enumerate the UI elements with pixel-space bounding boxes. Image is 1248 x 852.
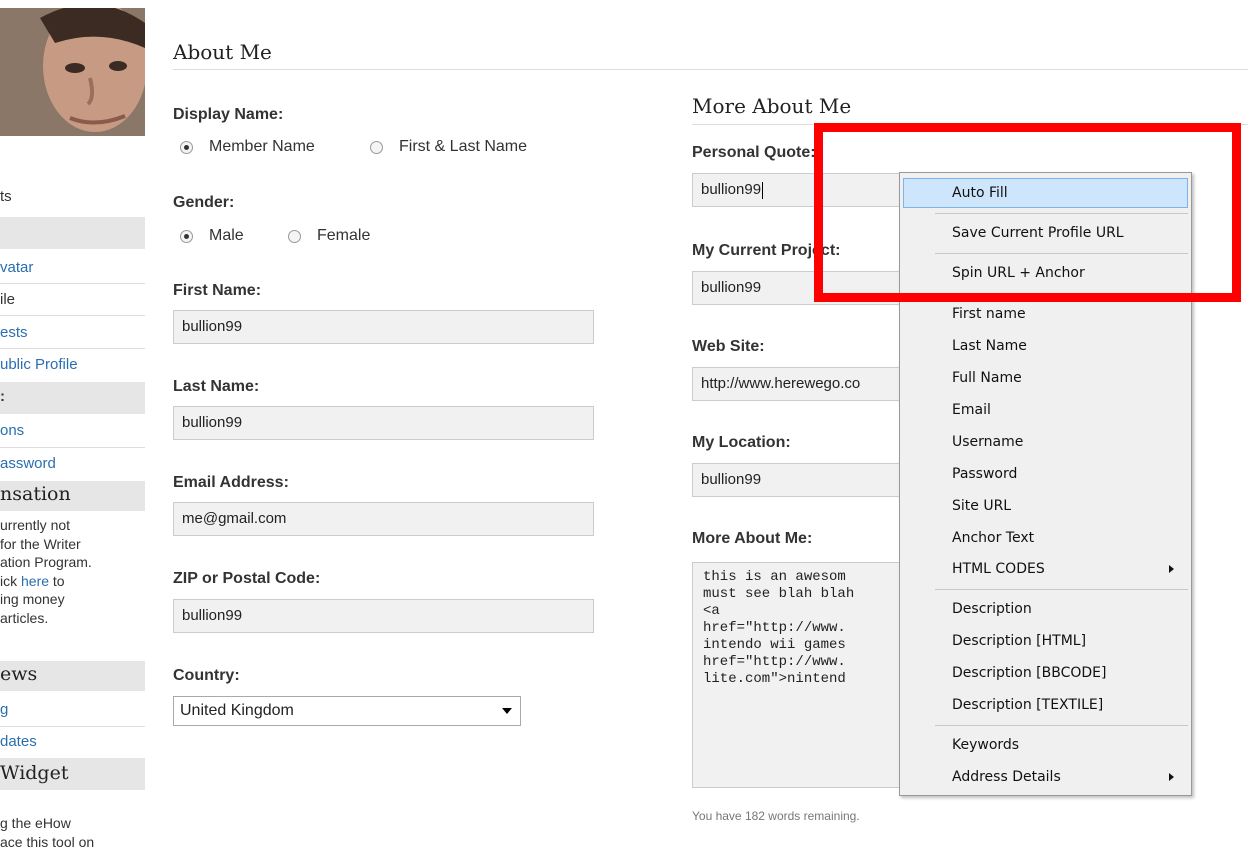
menu-item-email[interactable]: Email	[903, 395, 1188, 425]
avatar-photo	[0, 8, 145, 136]
sidebar-text-part: ick	[0, 573, 21, 589]
sidebar-link-profile[interactable]: ile	[0, 291, 145, 308]
location-label: My Location:	[692, 434, 791, 451]
divider	[0, 726, 145, 727]
country-label: Country:	[173, 667, 240, 684]
menu-item-description-textile[interactable]: Description [TEXTILE]	[903, 690, 1188, 720]
menu-item-keywords[interactable]: Keywords	[903, 730, 1188, 760]
sidebar-heading-news: ews	[0, 661, 145, 691]
words-remaining: You have 182 words remaining.	[692, 809, 860, 823]
sidebar-heading: :	[0, 382, 145, 414]
radio-unselected-icon[interactable]	[288, 229, 301, 243]
country-select[interactable]: United Kingdom	[173, 696, 521, 726]
dropdown-arrow-icon	[502, 708, 512, 714]
sidebar-heading-widget: Widget	[0, 758, 145, 790]
menu-separator	[935, 589, 1188, 590]
radio-selected-icon[interactable]	[180, 140, 193, 154]
sidebar-heading-label: Widget	[0, 762, 69, 784]
sidebar-text: g the eHow	[0, 815, 71, 831]
sidebar-heading-label: :	[0, 388, 5, 405]
display-name-label: Display Name:	[173, 106, 284, 123]
sidebar-text: for the Writer	[0, 536, 81, 552]
submenu-arrow-icon	[1169, 565, 1174, 573]
sidebar-text: ation Program.	[0, 554, 92, 570]
divider	[0, 315, 145, 316]
radio-label: First & Last Name	[399, 138, 528, 155]
personal-quote-label: Personal Quote:	[692, 144, 816, 161]
sidebar-text: ick here to	[0, 572, 65, 591]
website-label: Web Site:	[692, 338, 765, 355]
menu-item-label: HTML CODES	[952, 561, 1045, 577]
radio-male[interactable]: Male	[180, 227, 244, 245]
menu-item-full-name[interactable]: Full Name	[903, 363, 1188, 393]
sidebar-link-news-1[interactable]: g	[0, 701, 145, 718]
section-title: More About Me	[692, 94, 852, 118]
menu-item-first-name[interactable]: First name	[903, 299, 1188, 329]
divider	[0, 447, 145, 448]
zip-label: ZIP or Postal Code:	[173, 570, 321, 587]
radio-female[interactable]: Female	[288, 227, 370, 245]
personal-quote-value: bullion99	[701, 181, 762, 198]
more-about-me-label: More About Me:	[692, 530, 813, 547]
sidebar-heading	[0, 217, 145, 249]
sidebar-link-interests[interactable]: ests	[0, 324, 145, 341]
menu-item-html-codes[interactable]: HTML CODES	[903, 554, 1188, 584]
sidebar-link-notifications[interactable]: ons	[0, 422, 145, 439]
menu-item-username[interactable]: Username	[903, 427, 1188, 457]
menu-item-label: Address Details	[952, 769, 1061, 785]
menu-item-last-name[interactable]: Last Name	[903, 331, 1188, 361]
email-label: Email Address:	[173, 474, 289, 491]
gender-label: Gender:	[173, 194, 235, 211]
radio-label: Member Name	[209, 138, 315, 155]
divider	[173, 69, 1248, 70]
last-name-field[interactable]: bullion99	[173, 406, 594, 440]
sidebar-text: urrently not	[0, 517, 71, 533]
menu-item-description-html[interactable]: Description [HTML]	[903, 626, 1188, 656]
country-selected-value: United Kingdom	[180, 702, 294, 719]
last-name-label: Last Name:	[173, 378, 260, 395]
menu-separator	[935, 725, 1188, 726]
menu-item-description[interactable]: Description	[903, 594, 1188, 624]
sidebar: ts vatar ile ests ublic Profile : ons as…	[0, 0, 145, 852]
menu-item-address-details[interactable]: Address Details	[903, 762, 1188, 792]
menu-item-password[interactable]: Password	[903, 459, 1188, 489]
sidebar-heading-label: nsation	[0, 483, 71, 505]
divider	[0, 283, 145, 284]
avatar[interactable]	[0, 8, 145, 136]
sidebar-text: ing money	[0, 591, 65, 607]
divider	[0, 348, 145, 349]
sidebar-text-part: to	[49, 573, 65, 589]
sidebar-text: articles.	[0, 610, 49, 626]
zip-field[interactable]: bullion99	[173, 599, 594, 633]
sidebar-link-password[interactable]: assword	[0, 455, 145, 472]
here-link[interactable]: here	[21, 573, 49, 589]
sidebar-heading-label: ews	[0, 663, 38, 685]
radio-label: Female	[317, 227, 371, 244]
sidebar-text: ace this tool on	[0, 834, 95, 850]
radio-selected-icon[interactable]	[180, 229, 193, 243]
highlight-annotation-box	[814, 123, 1241, 302]
sidebar-fragment-ts: ts	[0, 188, 12, 205]
menu-item-description-bbcode[interactable]: Description [BBCODE]	[903, 658, 1188, 688]
submenu-arrow-icon	[1169, 773, 1174, 781]
text-cursor	[762, 181, 764, 199]
email-field[interactable]: me@gmail.com	[173, 502, 594, 536]
sidebar-link-avatar[interactable]: vatar	[0, 259, 145, 276]
sidebar-heading-compensation: nsation	[0, 481, 145, 511]
page-title: About Me	[173, 40, 272, 64]
sidebar-link-updates[interactable]: dates	[0, 733, 145, 750]
menu-item-anchor-text[interactable]: Anchor Text	[903, 523, 1188, 553]
radio-member-name[interactable]: Member Name	[180, 138, 315, 156]
first-name-field[interactable]: bullion99	[173, 310, 594, 344]
menu-item-site-url[interactable]: Site URL	[903, 491, 1188, 521]
radio-label: Male	[209, 227, 244, 244]
first-name-label: First Name:	[173, 282, 262, 299]
sidebar-link-public-profile[interactable]: ublic Profile	[0, 356, 145, 373]
radio-unselected-icon[interactable]	[370, 140, 383, 154]
radio-first-last-name[interactable]: First & Last Name	[370, 138, 527, 156]
